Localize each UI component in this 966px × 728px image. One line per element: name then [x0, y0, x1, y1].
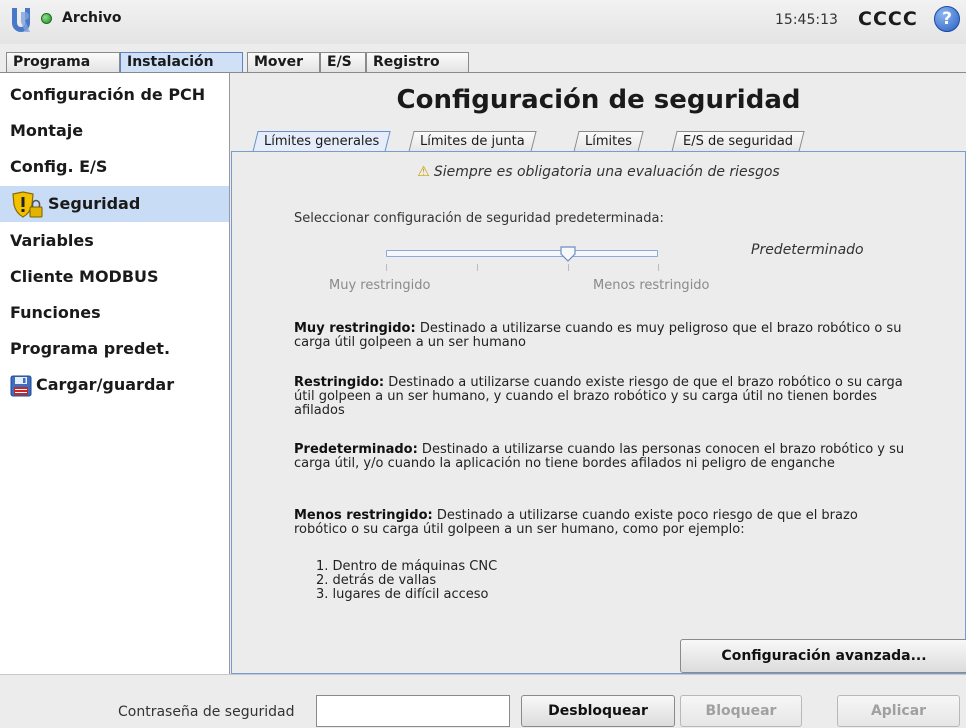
main-tabs: Programa Instalación Mover E/S Registro	[0, 52, 966, 73]
risk-warning: ⚠ Siempre es obligatoria una evaluación d…	[232, 164, 965, 180]
safety-config-panel: Configuración de seguridad Límites gener…	[231, 73, 966, 674]
apply-button[interactable]: Aplicar	[837, 695, 960, 727]
list-item: 2. detrás de vallas	[316, 573, 437, 588]
tab-registro[interactable]: Registro	[366, 52, 469, 73]
password-label: Contraseña de seguridad	[118, 704, 295, 720]
sidebar-item-label: Cliente MODBUS	[10, 267, 159, 286]
help-icon[interactable]: ?	[934, 6, 960, 32]
safety-level-slider[interactable]	[386, 250, 658, 257]
ur-logo-icon	[12, 8, 30, 32]
tab-limites-generales[interactable]: Límites generales	[252, 131, 391, 152]
sidebar-item-label: Seguridad	[48, 194, 141, 213]
sidebar-item-montaje[interactable]: Montaje	[0, 113, 229, 149]
bottom-bar: Contraseña de seguridad Desbloquear Bloq…	[0, 674, 966, 728]
sidebar-item-configuracion-pch[interactable]: Configuración de PCH	[0, 77, 229, 113]
desc-predeterminado: Predeterminado: Destinado a utilizarse c…	[294, 442, 905, 471]
sidebar-item-label: Programa predet.	[10, 339, 171, 358]
shield-lock-icon	[12, 190, 43, 218]
slider-tick	[658, 264, 659, 271]
sidebar-item-label: Configuración de PCH	[10, 85, 206, 104]
tab-limites[interactable]: Límites	[573, 131, 644, 152]
sidebar-item-label: Config. E/S	[10, 157, 108, 176]
tab-es[interactable]: E/S	[320, 52, 366, 73]
tab-mover[interactable]: Mover	[247, 52, 320, 73]
page-title: Configuración de seguridad	[396, 85, 801, 115]
desc-muy-restringido: Muy restringido: Destinado a utilizarse …	[294, 321, 902, 350]
desc-menos-restringido: Menos restringido: Destinado a utilizars…	[294, 508, 858, 537]
archivo-menu[interactable]: Archivo	[62, 10, 122, 26]
desc-restringido: Restringido: Destinado a utilizarse cuan…	[294, 375, 903, 418]
lock-button[interactable]: Bloquear	[680, 695, 802, 727]
unlock-button[interactable]: Desbloquear	[521, 695, 675, 727]
sidebar-item-variables[interactable]: Variables	[0, 223, 229, 259]
advanced-config-button[interactable]: Configuración avanzada...	[680, 639, 966, 673]
tab-instalacion[interactable]: Instalación	[120, 52, 243, 73]
password-input[interactable]	[316, 695, 510, 727]
sidebar-item-label: Funciones	[10, 303, 101, 322]
tab-limites-junta[interactable]: Límites de junta	[408, 131, 537, 152]
sidebar-item-funciones[interactable]: Funciones	[0, 295, 229, 331]
sidebar-item-label: Montaje	[10, 121, 84, 140]
safety-subtabs: Límites generales Límites de junta Límit…	[231, 129, 966, 152]
list-item: 1. Dentro de máquinas CNC	[316, 559, 498, 574]
sidebar-item-cargar-guardar[interactable]: Cargar/guardar	[0, 367, 229, 403]
slider-min-label: Muy restringido	[329, 278, 431, 293]
installation-sidebar: Configuración de PCH Montaje Config. E/S…	[0, 73, 230, 674]
list-item: 3. lugares de difícil acceso	[316, 587, 489, 602]
sidebar-item-cliente-modbus[interactable]: Cliente MODBUS	[0, 259, 229, 295]
top-bar: Archivo 15:45:13 CCCC ?	[0, 0, 966, 44]
select-config-label: Seleccionar configuración de seguridad p…	[294, 211, 664, 226]
sidebar-item-label: Variables	[10, 231, 94, 250]
tab-programa[interactable]: Programa	[6, 52, 120, 73]
slider-value-label: Predeterminado	[751, 242, 864, 258]
slider-max-label: Menos restringido	[593, 278, 710, 293]
slider-tick	[386, 264, 387, 271]
sidebar-item-label: Cargar/guardar	[36, 375, 175, 394]
examples-list: 1. Dentro de máquinas CNC 2. detrás de v…	[316, 560, 497, 602]
slider-tick	[568, 264, 569, 271]
sidebar-item-config-es[interactable]: Config. E/S	[0, 149, 229, 185]
slider-tick	[477, 264, 478, 271]
slider-handle[interactable]	[559, 245, 577, 263]
robot-name: CCCC	[858, 8, 918, 30]
sidebar-item-seguridad[interactable]: Seguridad	[0, 186, 229, 222]
warning-icon: ⚠	[417, 164, 430, 180]
tab-es-seguridad[interactable]: E/S de seguridad	[671, 131, 805, 152]
general-limits-panel: ⚠ Siempre es obligatoria una evaluación d…	[231, 151, 966, 674]
clock: 15:45:13	[775, 12, 838, 28]
robot-status-indicator	[41, 13, 52, 24]
risk-warning-text: Siempre es obligatoria una evaluación de…	[433, 164, 780, 180]
floppy-disk-icon	[10, 375, 32, 396]
sidebar-item-programa-predet[interactable]: Programa predet.	[0, 331, 229, 367]
